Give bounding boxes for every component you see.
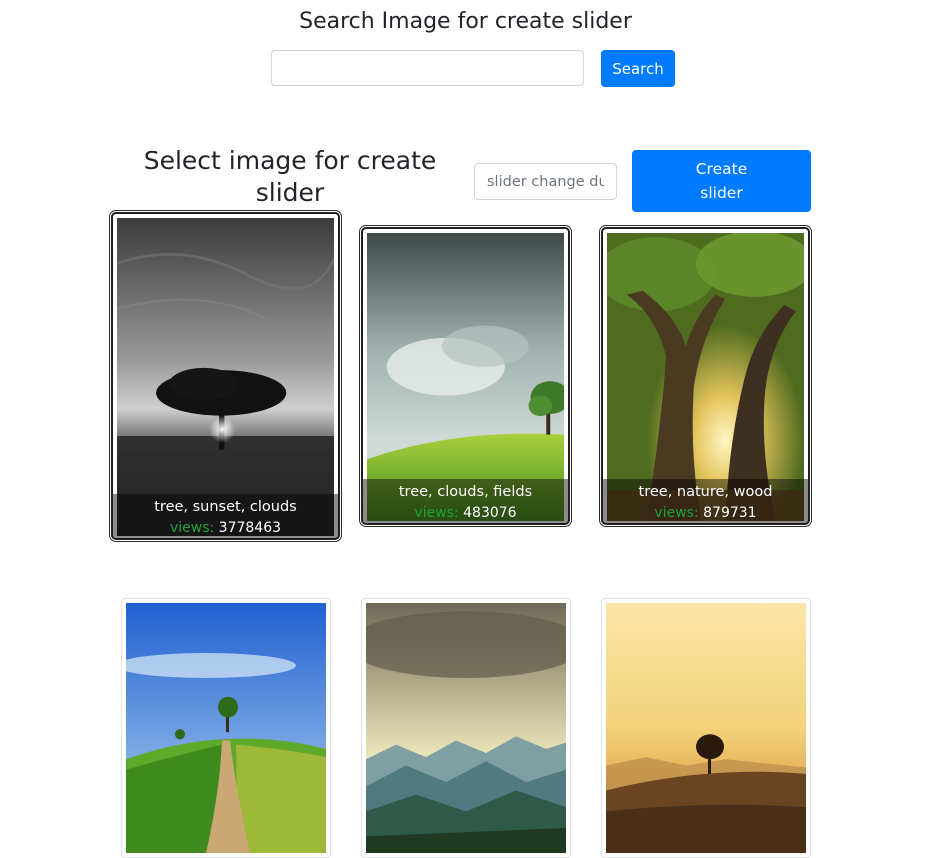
views-label: views: (169, 520, 215, 536)
slider-duration-input[interactable] (474, 163, 617, 200)
image-caption: tree, clouds, fields views: 483076 (363, 479, 568, 523)
image-tags: tree, clouds, fields (398, 484, 533, 500)
views-count: 483076 (463, 505, 517, 521)
image-tags: tree, nature, wood (638, 484, 773, 500)
image-thumbnail (367, 233, 564, 521)
image-card[interactable] (361, 598, 571, 858)
image-thumbnail (117, 218, 334, 536)
select-title: Select image for create slider (143, 146, 437, 207)
image-card[interactable] (121, 598, 331, 858)
image-thumbnail (366, 603, 566, 853)
image-card[interactable]: tree, sunset, clouds views: 3778463 (111, 212, 340, 540)
search-input[interactable] (271, 50, 584, 86)
search-title: Search Image for create slider (299, 9, 632, 34)
image-card[interactable]: tree, clouds, fields views: 483076 (361, 227, 570, 525)
image-thumbnail (607, 233, 804, 521)
views-label: views: (654, 505, 699, 521)
create-slider-button[interactable]: Create slider (632, 150, 811, 212)
image-card[interactable]: tree, nature, wood views: 879731 (601, 227, 810, 525)
views-label: views: (414, 505, 459, 521)
search-button[interactable]: Search (601, 50, 675, 87)
views-count: 879731 (703, 505, 757, 521)
image-tags: tree, sunset, clouds (154, 499, 297, 515)
image-thumbnail (126, 603, 326, 853)
views-count: 3778463 (218, 520, 282, 536)
image-card[interactable] (601, 598, 811, 858)
image-caption: tree, nature, wood views: 879731 (603, 479, 808, 523)
image-caption: tree, sunset, clouds views: 3778463 (113, 494, 338, 538)
image-thumbnail (606, 603, 806, 853)
